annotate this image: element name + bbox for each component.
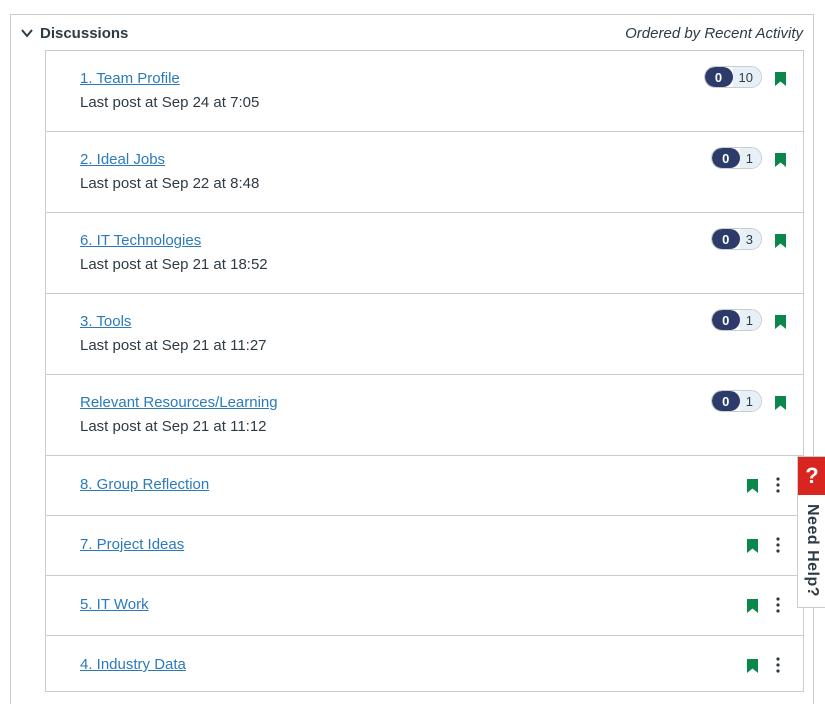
discussion-title-link[interactable]: 4. Industry Data xyxy=(80,656,186,673)
discussion-row[interactable]: 5. IT Work xyxy=(46,576,803,636)
more-options-icon[interactable] xyxy=(773,596,783,614)
unread-count: 0 xyxy=(711,229,740,249)
discussion-title-link[interactable]: 8. Group Reflection xyxy=(80,476,209,493)
total-count: 1 xyxy=(739,391,761,411)
unread-count: 0 xyxy=(711,391,740,411)
discussion-row[interactable]: 7. Project Ideas xyxy=(46,516,803,576)
bookmark-icon[interactable] xyxy=(775,153,786,167)
discussion-row[interactable]: 6. IT Technologies Last post at Sep 21 a… xyxy=(46,213,803,294)
last-post-text: Last post at Sep 21 at 11:12 xyxy=(80,418,267,435)
discussion-title-link[interactable]: 3. Tools xyxy=(80,313,131,330)
discussion-row[interactable]: 4. Industry Data xyxy=(46,636,803,696)
unread-count: 0 xyxy=(711,310,740,330)
order-label: Ordered by Recent Activity xyxy=(625,25,803,42)
discussion-row[interactable]: 1. Team Profile Last post at Sep 24 at 7… xyxy=(46,51,803,132)
reply-count-badge: 0 1 xyxy=(710,390,762,412)
discussions-header[interactable]: Discussions Ordered by Recent Activity xyxy=(11,15,813,51)
more-options-icon[interactable] xyxy=(773,536,783,554)
bookmark-icon[interactable] xyxy=(747,599,758,613)
unread-count: 0 xyxy=(711,148,740,168)
reply-count-badge: 0 1 xyxy=(710,147,762,169)
reply-count-badge: 0 1 xyxy=(710,309,762,331)
total-count: 10 xyxy=(732,67,761,87)
last-post-text: Last post at Sep 22 at 8:48 xyxy=(80,175,260,192)
reply-count-badge: 0 3 xyxy=(710,228,762,250)
need-help-label[interactable]: Need Help? xyxy=(803,504,821,597)
discussion-title-link[interactable]: 2. Ideal Jobs xyxy=(80,151,165,168)
need-help-tab[interactable]: ? Need Help? xyxy=(797,456,825,608)
total-count: 1 xyxy=(739,148,761,168)
reply-count-badge: 0 10 xyxy=(703,66,762,88)
total-count: 1 xyxy=(739,310,761,330)
discussions-panel: Discussions Ordered by Recent Activity 1… xyxy=(10,14,814,704)
discussion-row[interactable]: 2. Ideal Jobs Last post at Sep 22 at 8:4… xyxy=(46,132,803,213)
more-options-icon[interactable] xyxy=(773,656,783,674)
discussion-title-link[interactable]: Relevant Resources/Learning xyxy=(80,394,278,411)
unread-count: 0 xyxy=(704,67,733,87)
bookmark-icon[interactable] xyxy=(747,479,758,493)
section-title[interactable]: Discussions xyxy=(40,25,128,42)
discussion-title-link[interactable]: 7. Project Ideas xyxy=(80,536,184,553)
discussion-title-link[interactable]: 6. IT Technologies xyxy=(80,232,201,249)
bookmark-icon[interactable] xyxy=(775,72,786,86)
discussion-list: 1. Team Profile Last post at Sep 24 at 7… xyxy=(45,50,804,692)
discussion-row[interactable]: 3. Tools Last post at Sep 21 at 11:27 0 … xyxy=(46,294,803,375)
last-post-text: Last post at Sep 21 at 18:52 xyxy=(80,256,268,273)
bookmark-icon[interactable] xyxy=(747,539,758,553)
total-count: 3 xyxy=(739,229,761,249)
bookmark-icon[interactable] xyxy=(747,659,758,673)
help-question-icon[interactable]: ? xyxy=(798,457,825,495)
bookmark-icon[interactable] xyxy=(775,396,786,410)
bookmark-icon[interactable] xyxy=(775,234,786,248)
bookmark-icon[interactable] xyxy=(775,315,786,329)
last-post-text: Last post at Sep 24 at 7:05 xyxy=(80,94,260,111)
discussion-title-link[interactable]: 1. Team Profile xyxy=(80,70,180,87)
discussion-title-link[interactable]: 5. IT Work xyxy=(80,596,149,613)
last-post-text: Last post at Sep 21 at 11:27 xyxy=(80,337,267,354)
discussion-row[interactable]: Relevant Resources/Learning Last post at… xyxy=(46,375,803,456)
discussion-row[interactable]: 8. Group Reflection xyxy=(46,456,803,516)
more-options-icon[interactable] xyxy=(773,476,783,494)
chevron-down-icon[interactable] xyxy=(21,28,33,38)
